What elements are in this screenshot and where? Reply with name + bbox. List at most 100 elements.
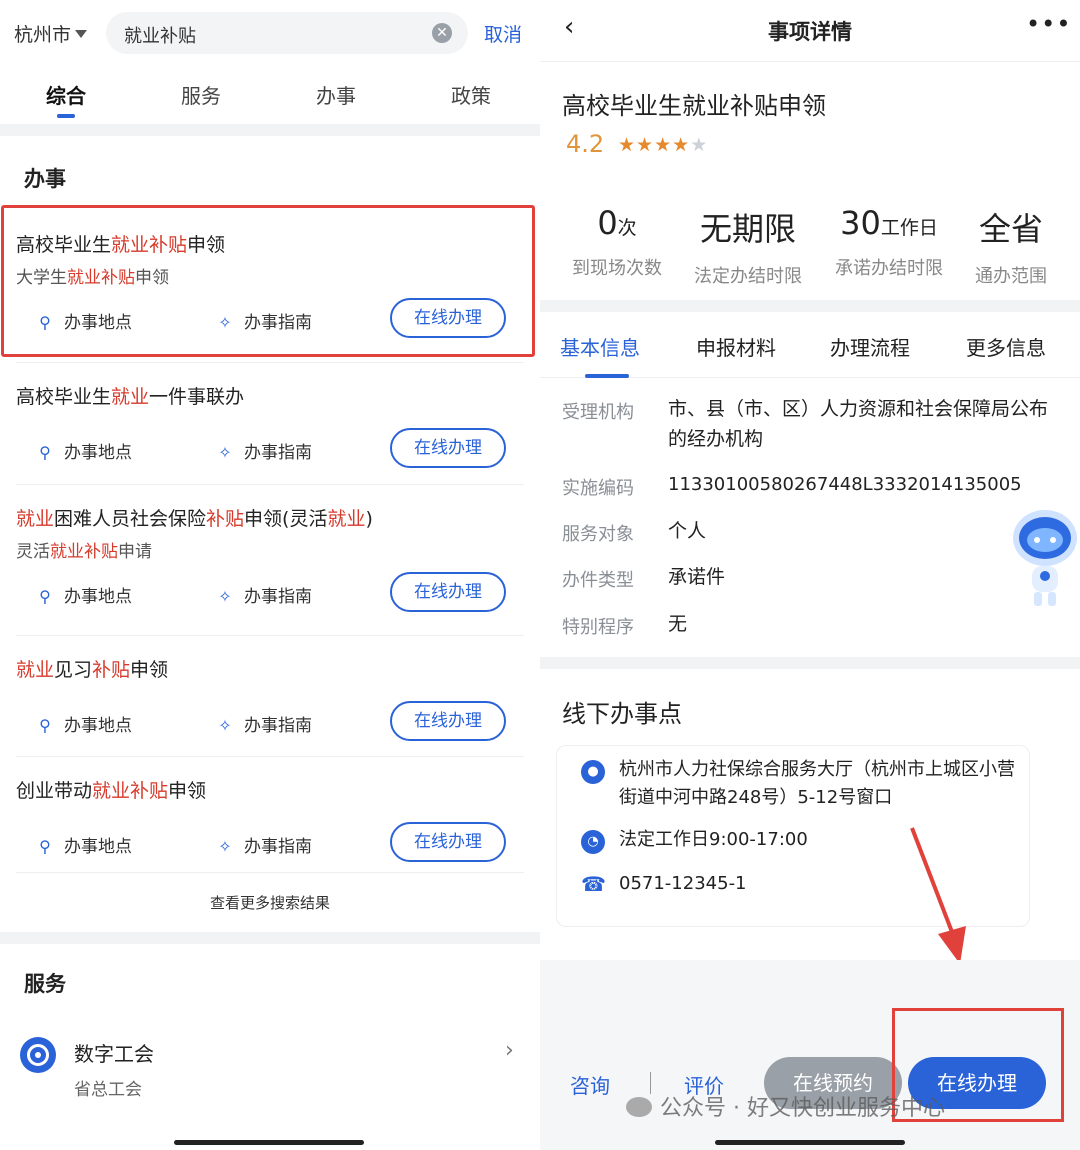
star-icon: ★ — [654, 134, 673, 156]
service-guide-link[interactable]: ✧ 办事指南 — [216, 711, 312, 736]
info-label: 服务对象 — [562, 524, 634, 545]
title-text: 申领(灵活 — [244, 508, 328, 530]
caret-down-icon — [75, 30, 88, 38]
office-location-link[interactable]: ⚲ 办事地点 — [36, 582, 132, 607]
tab-policies[interactable]: 政策 — [431, 80, 511, 109]
subtitle-text: 申请 — [118, 542, 152, 562]
online-apply-button[interactable]: 在线办理 — [390, 701, 506, 741]
tab-services[interactable]: 服务 — [161, 80, 241, 109]
service-guide-link[interactable]: ✧ 办事指南 — [216, 582, 312, 607]
compass-icon: ✧ — [218, 443, 232, 462]
location-pin-icon: ● — [581, 760, 605, 784]
info-value: 个人 — [668, 520, 707, 542]
result-item[interactable]: 创业带动就业补贴申领 ⚲ 办事地点 ✧ 办事指南 在线办理 — [0, 756, 540, 872]
section-divider — [0, 932, 540, 944]
action-label: 办事指南 — [244, 587, 312, 607]
phone-icon: ☎ — [581, 872, 606, 896]
tab-comprehensive[interactable]: 综合 — [26, 80, 106, 109]
online-apply-button[interactable]: 在线办理 — [390, 822, 506, 862]
title-text: ) — [365, 508, 373, 530]
action-label: 办事地点 — [64, 716, 132, 736]
star-icon: ★ — [618, 134, 637, 156]
star-icon: ★ — [636, 134, 655, 156]
location-pin-icon: ⚲ — [39, 837, 51, 856]
clear-icon[interactable]: ✕ — [432, 23, 452, 43]
result-subtitle: 灵活就业补贴申请 — [16, 537, 152, 562]
consult-button[interactable]: 咨询 — [570, 1070, 610, 1099]
home-indicator — [174, 1140, 364, 1145]
tab-affairs[interactable]: 办事 — [296, 80, 376, 109]
action-label: 办事指南 — [244, 716, 312, 736]
stat-value: 全省 — [978, 210, 1043, 248]
section-divider — [540, 300, 1080, 312]
keyword-highlight: 就业 — [16, 508, 55, 530]
item-detail-screen: ‹ 事项详情 ••• 高校毕业生就业补贴申领 4.2 ★★★★★ 0次 到现场次… — [540, 0, 1080, 1150]
title-text: 申领 — [130, 659, 169, 681]
rating-stars: ★★★★★ — [618, 134, 708, 156]
tab-process[interactable]: 办理流程 — [830, 332, 910, 361]
stat-label: 到现场次数 — [572, 258, 662, 279]
city-selector[interactable]: 杭州市 — [14, 20, 88, 47]
info-value: 市、县（市、区）人力资源和社会保障局公布的经办机构 — [668, 398, 1049, 450]
offline-section-title: 线下办事点 — [562, 700, 682, 728]
result-actions: ⚲ 办事地点 ✧ 办事指南 在线办理 — [0, 572, 540, 612]
stat-label: 承诺办结时限 — [835, 258, 943, 279]
info-label: 办件类型 — [562, 570, 634, 591]
stat-legal-limit: 无期限 法定办结时限 — [683, 204, 813, 288]
result-item[interactable]: 高校毕业生就业一件事联办 ⚲ 办事地点 ✧ 办事指南 在线办理 — [0, 362, 540, 478]
cancel-button[interactable]: 取消 — [484, 20, 522, 47]
page-title: 事项详情 — [768, 20, 852, 44]
more-results-link[interactable]: 查看更多搜索结果 — [0, 892, 540, 913]
info-label: 特别程序 — [562, 617, 634, 638]
office-location-link[interactable]: ⚲ 办事地点 — [36, 438, 132, 463]
office-location-link[interactable]: ⚲ 办事地点 — [36, 832, 132, 857]
tab-materials[interactable]: 申报材料 — [696, 332, 776, 361]
keyword-highlight: 就业补贴 — [92, 780, 169, 802]
result-title: 高校毕业生就业一件事联办 — [16, 382, 244, 409]
action-label: 办事地点 — [64, 443, 132, 463]
result-title: 创业带动就业补贴申领 — [16, 776, 206, 803]
subtitle-text: 灵活 — [16, 542, 50, 562]
service-guide-link[interactable]: ✧ 办事指南 — [216, 832, 312, 857]
office-location-link[interactable]: ⚲ 办事地点 — [36, 711, 132, 736]
compass-icon: ✧ — [218, 587, 232, 606]
watermark-text: 公众号 · 好又快创业服务中心 — [660, 1096, 945, 1121]
online-apply-button[interactable]: 在线办理 — [390, 572, 506, 612]
action-label: 办事地点 — [64, 837, 132, 857]
location-pin-icon: ⚲ — [39, 587, 51, 606]
more-options-icon[interactable]: ••• — [1026, 10, 1071, 38]
tab-more-info[interactable]: 更多信息 — [966, 332, 1046, 361]
action-label: 办事指南 — [244, 443, 312, 463]
keyword-highlight: 就业补贴 — [50, 542, 118, 562]
section-divider — [0, 124, 540, 136]
active-tab-indicator — [585, 374, 629, 378]
stat-value: 0 — [597, 204, 618, 242]
nav-bar: ‹ 事项详情 ••• — [540, 0, 1080, 62]
office-phone[interactable]: 0571-12345-1 — [619, 870, 747, 898]
search-input[interactable]: 就业补贴 ✕ — [106, 12, 468, 54]
home-indicator — [715, 1140, 905, 1145]
compass-icon: ✧ — [218, 837, 232, 856]
keyword-highlight: 补贴 — [206, 508, 245, 530]
result-item[interactable]: 就业见习补贴申领 ⚲ 办事地点 ✧ 办事指南 在线办理 — [0, 635, 540, 751]
item-title: 高校毕业生就业补贴申领 — [562, 92, 826, 120]
highlight-annotation-box — [1, 205, 535, 357]
title-text: 见习 — [54, 659, 93, 681]
search-tabs: 综合 服务 办事 政策 — [0, 70, 540, 120]
stat-value: 30 — [840, 204, 881, 242]
robot-assistant-icon[interactable] — [1010, 500, 1080, 610]
service-org: 省总工会 — [74, 1080, 142, 1100]
service-guide-link[interactable]: ✧ 办事指南 — [216, 438, 312, 463]
title-text: 高校毕业生 — [16, 386, 112, 408]
search-bar: 杭州市 就业补贴 ✕ 取消 — [0, 10, 540, 56]
result-actions: ⚲ 办事地点 ✧ 办事指南 在线办理 — [0, 822, 540, 862]
result-item[interactable]: 就业困难人员社会保险补贴申领(灵活就业) 灵活就业补贴申请 ⚲ 办事地点 ✧ 办事指南 在线… — [0, 484, 540, 622]
online-apply-button[interactable]: 在线办理 — [390, 428, 506, 468]
keyword-highlight: 就业 — [111, 386, 150, 408]
tab-basic-info[interactable]: 基本信息 — [560, 332, 640, 361]
divider — [16, 362, 524, 363]
stat-label: 通办范围 — [975, 266, 1047, 287]
chevron-right-icon: › — [505, 1038, 514, 1063]
info-value: 无 — [668, 613, 688, 635]
stat-unit: 工作日 — [880, 217, 938, 239]
